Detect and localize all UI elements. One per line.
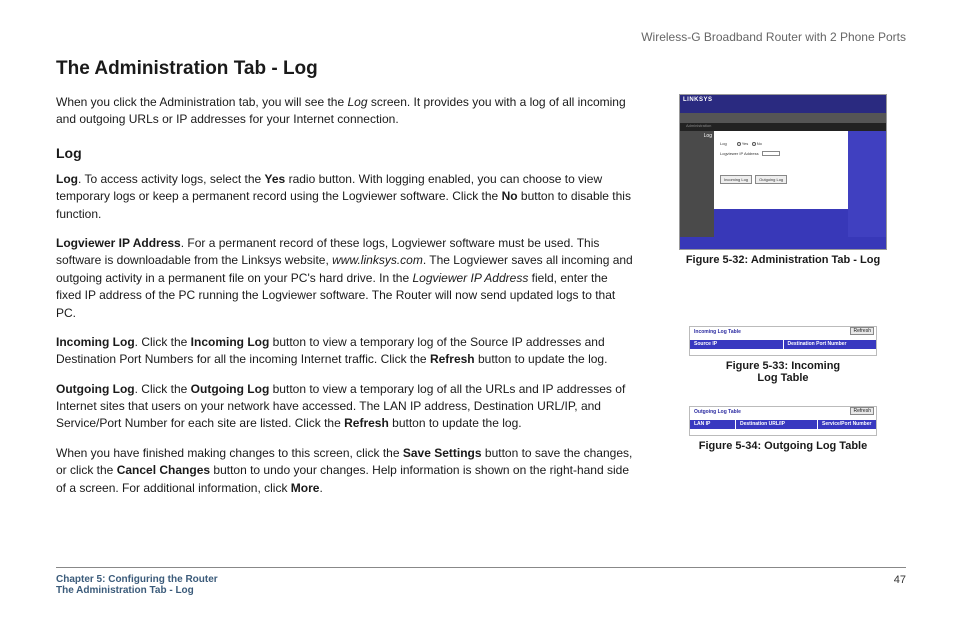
bold-text: Save Settings — [403, 446, 482, 460]
thumb-incoming-btn: Incoming Log — [720, 175, 752, 184]
bold-text: More — [291, 481, 320, 495]
text: . Click the — [135, 382, 191, 396]
section-heading-log: Log — [56, 145, 636, 161]
figure-33-thumbnail: Incoming Log Table Refresh Source IP Des… — [689, 326, 877, 356]
italic-text: www.linksys.com — [332, 253, 423, 267]
text: button to update the log. — [389, 416, 522, 430]
product-header: Wireless-G Broadband Router with 2 Phone… — [641, 30, 906, 44]
italic-text: Log — [347, 95, 367, 109]
text: . — [319, 481, 322, 495]
page-title: The Administration Tab - Log — [56, 58, 906, 80]
page-footer: Chapter 5: Configuring the Router The Ad… — [56, 567, 906, 596]
thumb-ip-field — [762, 151, 780, 156]
footer-section: The Administration Tab - Log — [56, 585, 218, 596]
text: When you have finished making changes to… — [56, 446, 403, 460]
paragraph-save-settings: When you have finished making changes to… — [56, 445, 636, 497]
bold-text: Refresh — [430, 352, 475, 366]
bold-text: Refresh — [344, 416, 389, 430]
thumb-outgoing-btn: Outgoing Log — [755, 175, 787, 184]
thumb-col-dest-url: Destination URL/IP — [736, 420, 818, 429]
bold-text: Outgoing Log — [191, 382, 270, 396]
bold-text: Incoming Log — [191, 335, 270, 349]
bold-text: Log — [56, 172, 78, 186]
thumb-title: Outgoing Log Table — [694, 409, 741, 415]
bold-text: No — [502, 189, 518, 203]
figure-32-thumbnail: LINKSYS Administration Log Log Yes No Lo… — [679, 94, 887, 250]
bold-text: Cancel Changes — [117, 463, 210, 477]
thumb-no: No — [757, 141, 762, 146]
thumb-refresh-btn: Refresh — [850, 327, 874, 335]
thumb-brand: LINKSYS — [680, 95, 886, 113]
figure-33-caption: Figure 5-33: Incoming Log Table — [718, 360, 848, 384]
radio-icon — [737, 142, 741, 146]
figure-32-caption: Figure 5-32: Administration Tab - Log — [660, 254, 906, 266]
thumb-ip-label: Logviewer IP Address — [720, 151, 759, 156]
figure-34-thumbnail: Outgoing Log Table Refresh LAN IP Destin… — [689, 406, 877, 436]
thumb-col-source-ip: Source IP — [690, 340, 784, 349]
thumb-col-dest-port: Destination Port Number — [784, 340, 877, 349]
intro-paragraph: When you click the Administration tab, y… — [56, 94, 636, 129]
thumb-yes: Yes — [742, 141, 749, 146]
thumb-col-service-port: Service/Port Number — [818, 420, 876, 429]
paragraph-log: Log. To access activity logs, select the… — [56, 171, 636, 223]
bold-text: Outgoing Log — [56, 382, 135, 396]
thumb-side-label: Log — [680, 131, 714, 249]
paragraph-logviewer-ip: Logviewer IP Address. For a permanent re… — [56, 235, 636, 322]
paragraph-incoming-log: Incoming Log. Click the Incoming Log but… — [56, 334, 636, 369]
bold-text: Logviewer IP Address — [56, 236, 181, 250]
footer-chapter: Chapter 5: Configuring the Router — [56, 574, 218, 585]
figure-34-caption: Figure 5-34: Outgoing Log Table — [660, 440, 906, 452]
page-number: 47 — [894, 574, 906, 586]
italic-text: Logviewer IP Address — [412, 271, 528, 285]
bold-text: Yes — [265, 172, 286, 186]
figures-column: LINKSYS Administration Log Log Yes No Lo… — [660, 94, 906, 509]
thumb-refresh-btn: Refresh — [850, 407, 874, 415]
thumb-col-lan-ip: LAN IP — [690, 420, 736, 429]
main-column: When you click the Administration tab, y… — [56, 94, 636, 509]
bold-text: Incoming Log — [56, 335, 135, 349]
radio-icon — [752, 142, 756, 146]
text: When you click the Administration tab, y… — [56, 95, 347, 109]
thumb-nav-label: Administration — [680, 123, 886, 131]
text: . Click the — [135, 335, 191, 349]
thumb-title: Incoming Log Table — [694, 329, 741, 335]
text: button to update the log. — [475, 352, 608, 366]
text: . To access activity logs, select the — [78, 172, 265, 186]
paragraph-outgoing-log: Outgoing Log. Click the Outgoing Log but… — [56, 381, 636, 433]
thumb-log-label: Log — [720, 141, 727, 146]
